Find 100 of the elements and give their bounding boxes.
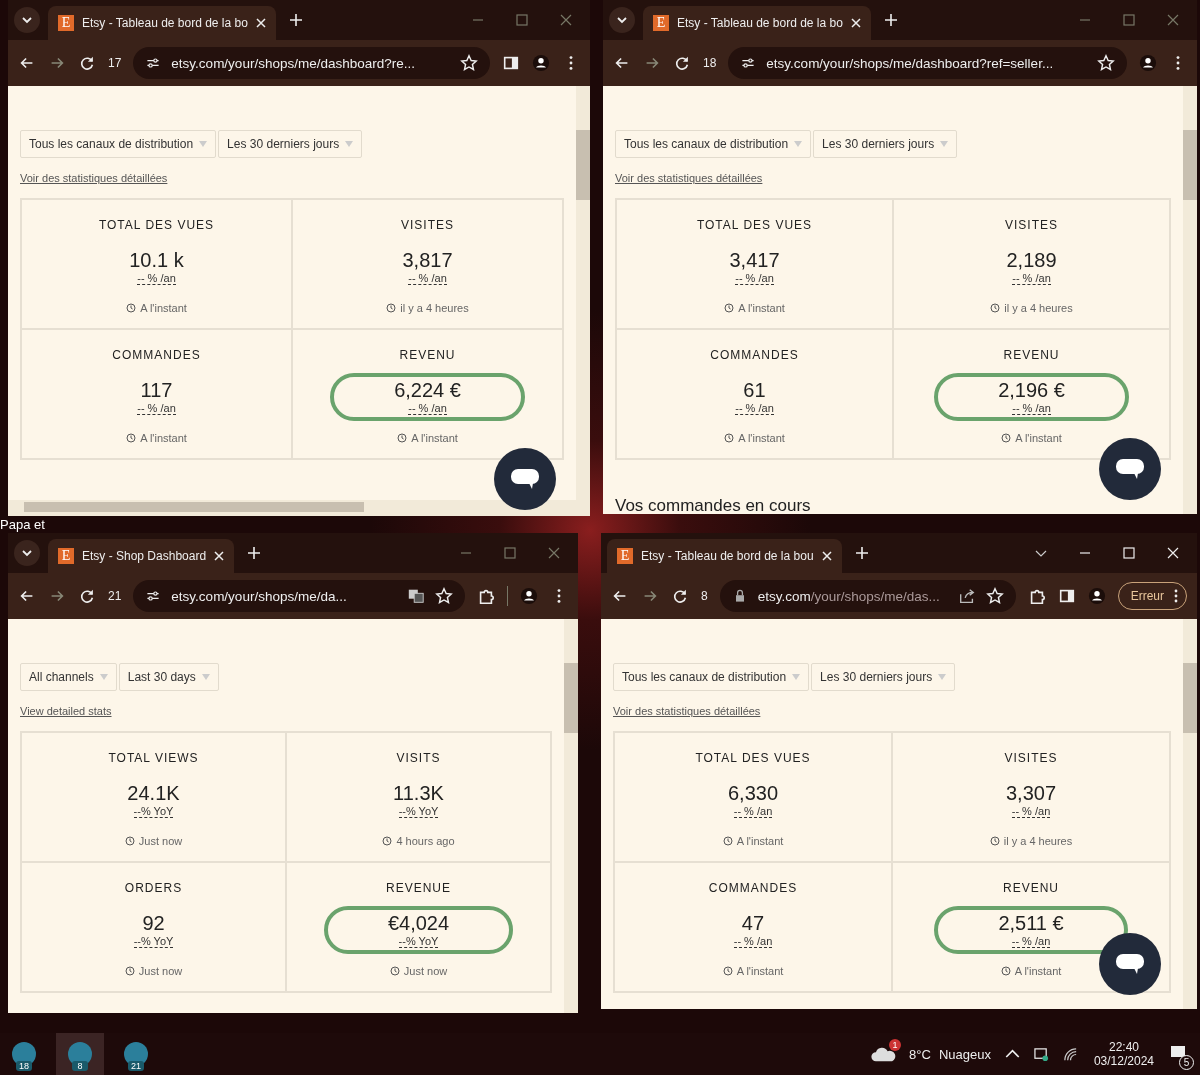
chat-bubble-icon <box>510 467 540 491</box>
new-tab-icon[interactable] <box>855 547 868 559</box>
vertical-scrollbar[interactable] <box>576 86 590 500</box>
channel-dropdown[interactable]: Tous les canaux de distribution <box>20 130 217 158</box>
detailed-stats-link[interactable]: Voir des statistiques détaillées <box>615 172 763 184</box>
tab-search-button[interactable] <box>14 7 40 33</box>
browser-tab[interactable]: E Etsy - Tableau de bord de la bou <box>607 539 842 573</box>
caret-icon <box>201 674 210 680</box>
stat-change: -- % /an <box>735 402 774 415</box>
stat-label: VISITS <box>396 751 441 765</box>
vertical-scrollbar[interactable] <box>564 619 578 1013</box>
vertical-scrollbar[interactable] <box>1183 619 1197 1009</box>
taskbar-app[interactable]: 8 <box>56 1033 104 1075</box>
puzzle-icon[interactable] <box>477 587 495 605</box>
address-bar[interactable]: etsy.com/your/shops/me/dashboard?ref=seller... <box>728 47 1127 79</box>
new-tab-icon[interactable] <box>248 547 261 559</box>
stat-change: --% YoY <box>133 805 174 818</box>
reload-icon[interactable] <box>78 587 96 605</box>
taskbar-app[interactable]: 18 <box>0 1033 48 1075</box>
period-dropdown[interactable]: Last 30 days <box>118 663 219 691</box>
profile-icon[interactable] <box>1139 54 1157 72</box>
chevron-down-icon <box>21 547 33 559</box>
update-time: A l'instant <box>1015 432 1062 444</box>
browser-tab[interactable]: E Etsy - Tableau de bord de la bo <box>48 6 276 40</box>
period-dropdown[interactable]: Les 30 derniers jours <box>811 663 956 691</box>
address-bar[interactable]: etsy.com/your/shops/me/das... <box>719 580 1016 612</box>
stat-value: 24.1K <box>127 782 180 805</box>
reload-icon[interactable] <box>78 54 96 72</box>
stat-change: -- % /an <box>137 402 176 415</box>
reload-icon[interactable] <box>671 587 689 605</box>
clock-icon <box>126 303 137 313</box>
tab-search-button[interactable] <box>609 7 635 33</box>
tab-title: Etsy - Tableau de bord de la bo <box>677 16 843 30</box>
stat-change: --% YoY <box>398 935 439 948</box>
stat-label: COMMANDES <box>710 348 799 362</box>
url-text: etsy.com/your/shops/me/das... <box>757 588 941 604</box>
side-panel-icon[interactable] <box>1057 587 1076 605</box>
update-time: il y a 4 heures <box>1004 302 1073 314</box>
tab-count: 17 <box>108 56 122 70</box>
taskbar-app[interactable]: 21 <box>112 1033 160 1075</box>
browser-tab[interactable]: E Etsy - Shop Dashboard <box>48 539 235 573</box>
update-time: il y a 4 heures <box>400 302 469 314</box>
clock-icon <box>382 836 393 846</box>
tab-title: Etsy - Tableau de bord de la bo <box>82 16 248 30</box>
stat-label: TOTAL VIEWS <box>108 751 199 765</box>
stat-value: 92 <box>142 912 165 935</box>
star-icon[interactable] <box>985 587 1004 605</box>
weather-alert-badge: 1 <box>889 1039 902 1051</box>
notifications-button[interactable]: 5 <box>1162 1038 1194 1070</box>
tab-count: 21 <box>108 589 122 603</box>
url-text: etsy.com/your/shops/me/dashboard?ref=seller... <box>766 55 1055 71</box>
profile-icon[interactable] <box>532 54 550 72</box>
site-settings-icon[interactable] <box>145 588 162 604</box>
star-icon[interactable] <box>1097 54 1115 72</box>
etsy-logo-icon: E <box>617 548 633 564</box>
period-dropdown[interactable]: Les 30 derniers jours <box>813 130 958 158</box>
clock-icon <box>397 433 408 443</box>
star-icon[interactable] <box>460 54 478 72</box>
update-time: Just now <box>138 835 183 847</box>
profile-icon[interactable] <box>1087 587 1106 605</box>
stat-label: TOTAL DES VUES <box>695 751 811 765</box>
url-text: etsy.com/your/shops/me/dashboard?re... <box>171 55 416 71</box>
clock-icon <box>724 433 735 443</box>
update-time: A l'instant <box>1014 965 1062 977</box>
channel-dropdown[interactable]: All channels <box>20 663 117 691</box>
display-icon[interactable] <box>1033 1046 1049 1062</box>
star-icon[interactable] <box>435 587 453 605</box>
update-time: A l'instant <box>738 432 785 444</box>
detailed-stats-link[interactable]: View detailed stats <box>20 705 112 717</box>
chevron-down-icon <box>21 14 33 26</box>
channel-dropdown[interactable]: Tous les canaux de distribution <box>613 663 810 691</box>
section-heading: Vos commandes en cours <box>615 496 811 514</box>
caret-icon <box>938 674 947 680</box>
period-dropdown[interactable]: Les 30 derniers jours <box>218 130 363 158</box>
horizontal-scrollbar[interactable] <box>8 500 590 516</box>
site-settings-icon[interactable] <box>145 55 162 71</box>
clock-icon <box>724 303 735 313</box>
side-panel-icon[interactable] <box>502 54 520 72</box>
translate-icon[interactable] <box>407 587 425 605</box>
profile-icon[interactable] <box>520 587 538 605</box>
detailed-stats-link[interactable]: Voir des statistiques détaillées <box>20 172 168 184</box>
tab-search-button[interactable] <box>14 540 40 566</box>
tab-title: Etsy - Tableau de bord de la bou <box>641 549 814 563</box>
channel-dropdown[interactable]: Tous les canaux de distribution <box>615 130 812 158</box>
browser-tab[interactable]: E Etsy - Tableau de bord de la bo <box>643 6 871 40</box>
vertical-scrollbar[interactable] <box>1183 86 1197 514</box>
stat-change: -- % /an <box>1011 935 1051 948</box>
new-tab-icon[interactable] <box>289 14 302 26</box>
update-time: il y a 4 heures <box>1003 835 1073 847</box>
update-time: A l'instant <box>411 432 458 444</box>
reload-icon[interactable] <box>673 54 691 72</box>
detailed-stats-link[interactable]: Voir des statistiques détaillées <box>613 705 761 717</box>
clock-date: 03/12/2024 <box>1093 1054 1154 1068</box>
wifi-icon[interactable] <box>1062 1046 1078 1062</box>
share-icon[interactable] <box>957 587 976 605</box>
new-tab-icon[interactable] <box>884 14 897 26</box>
address-bar[interactable]: etsy.com/your/shops/me/dashboard?re... <box>133 47 490 79</box>
site-settings-icon[interactable] <box>740 55 757 71</box>
weather-condition: Nuageux <box>938 1046 991 1062</box>
address-bar[interactable]: etsy.com/your/shops/me/da... <box>133 580 465 612</box>
